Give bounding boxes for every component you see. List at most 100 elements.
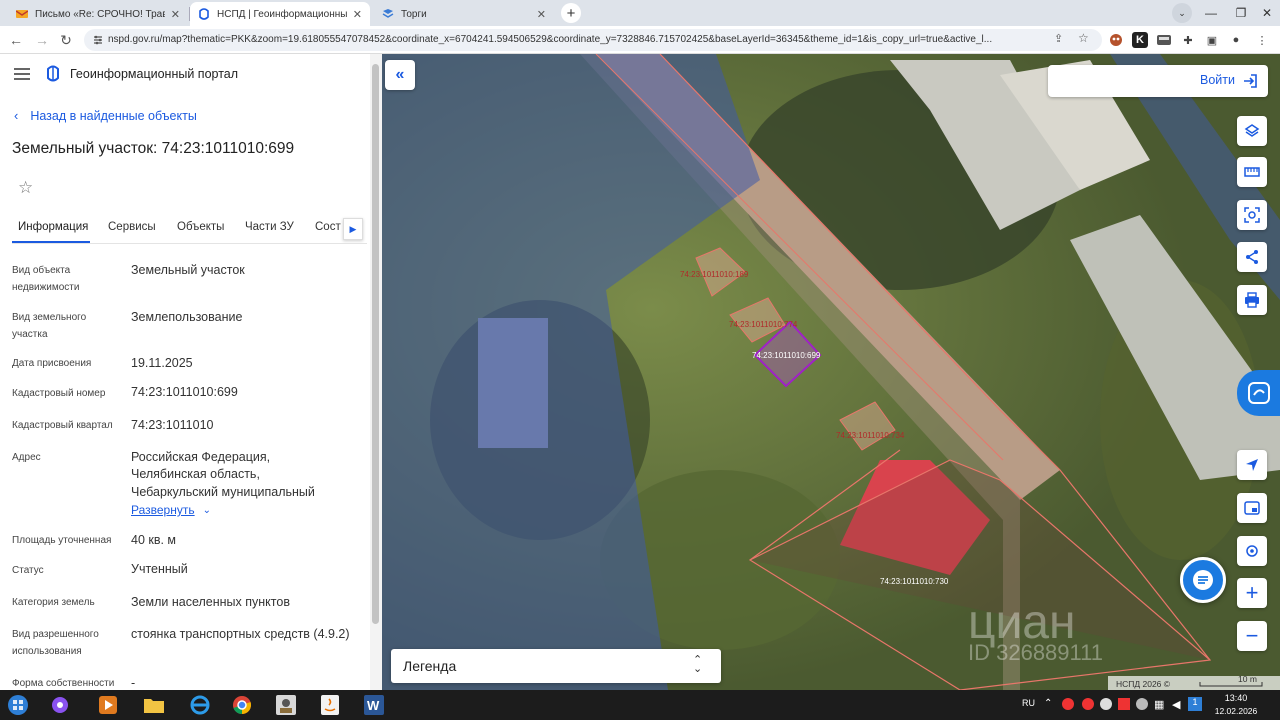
zoom-in-button[interactable]: +: [1237, 578, 1267, 608]
map-view[interactable]: 74:23:1011010:189 74:23:1011010:774 74:2…: [382, 54, 1280, 690]
alice-icon[interactable]: [46, 692, 74, 718]
browser-toolbar: ← → ↻ nspd.gov.ru/map?thematic=PKK&zoom=…: [0, 26, 1280, 54]
clock-time[interactable]: 13:40: [1214, 693, 1258, 703]
browser-menu-icon[interactable]: ⋮: [1254, 32, 1270, 48]
notification-tray-icon[interactable]: 1: [1188, 697, 1202, 711]
chrome-icon[interactable]: [228, 692, 256, 718]
extension-icon[interactable]: [1156, 32, 1172, 48]
new-tab-button[interactable]: +: [561, 3, 581, 23]
back-to-results-link[interactable]: ‹ Назад в найденные объекты: [14, 108, 197, 123]
parcel-label: 74:23:1011010:734: [836, 431, 905, 440]
browser-tab-mail[interactable]: Письмо «Re: СРОЧНО! Травоя ✕: [8, 2, 188, 26]
back-arrow-icon[interactable]: ←: [6, 30, 26, 50]
scrollbar-thumb[interactable]: [372, 64, 379, 624]
chevron-down-icon: ⌄: [202, 504, 211, 516]
share-icon[interactable]: ⇪: [1054, 32, 1063, 45]
land-category-label: Категория земель: [12, 597, 95, 608]
close-tab-icon[interactable]: ✕: [353, 8, 362, 21]
address-bar[interactable]: nspd.gov.ru/map?thematic=PKK&zoom=19.618…: [84, 29, 1102, 51]
login-button[interactable]: Войти: [1048, 65, 1268, 97]
tab-title: НСПД | Геоинформационный п: [217, 8, 347, 20]
file-explorer-icon[interactable]: [140, 692, 168, 718]
site-info-icon[interactable]: [92, 34, 104, 46]
kaspersky-extension-icon[interactable]: K: [1132, 32, 1148, 48]
favorite-star-icon[interactable]: ☆: [18, 178, 33, 198]
expand-address-button[interactable]: Развернуть ⌄: [131, 503, 211, 517]
date-label: Дата присвоения: [12, 358, 92, 369]
side-panel-icon[interactable]: ▣: [1204, 32, 1220, 48]
browser-tab-nspd[interactable]: НСПД | Геоинформационный п ✕: [190, 2, 370, 26]
tray-arrow-icon[interactable]: ⌃: [1044, 698, 1052, 709]
object-type-value: Земельный участок: [131, 263, 245, 277]
scale-label: 10 m: [1238, 674, 1257, 684]
geolocation-icon[interactable]: [1237, 450, 1267, 480]
layers-icon[interactable]: [1237, 116, 1267, 146]
hamburger-menu-icon[interactable]: [14, 67, 30, 86]
cadastral-number-value: 74:23:1011010:699: [131, 385, 238, 399]
close-tab-icon[interactable]: ✕: [171, 8, 180, 21]
parcel-label: 74:23:1011010:774: [729, 320, 798, 329]
address-line-2: Челябинская область,: [131, 467, 260, 481]
cadastral-quarter-label: Кадастровый квартал: [12, 420, 113, 431]
status-label: Статус: [12, 565, 44, 576]
tab-search-icon[interactable]: ⌄: [1172, 3, 1192, 23]
zoom-out-button[interactable]: −: [1237, 621, 1267, 651]
tab-composition[interactable]: Соста: [315, 221, 341, 233]
panel-scrollbar[interactable]: [370, 54, 382, 690]
app-icon[interactable]: [272, 692, 300, 718]
tabs-scroll-right-icon[interactable]: ▶: [343, 218, 363, 240]
close-tab-icon[interactable]: ✕: [537, 8, 546, 21]
reload-icon[interactable]: ↻: [56, 30, 76, 50]
tab-objects[interactable]: Объекты: [177, 221, 224, 233]
chevron-left-icon: ‹: [14, 108, 19, 123]
java-icon[interactable]: [316, 692, 344, 718]
tray-icon[interactable]: [1118, 698, 1130, 710]
extensions-puzzle-icon[interactable]: ✚: [1180, 32, 1196, 48]
ruler-icon[interactable]: [1237, 157, 1267, 187]
assistant-icon[interactable]: [1237, 370, 1280, 416]
address-line-3: Чебаркульский муниципальный: [131, 485, 315, 499]
collapse-panel-button[interactable]: «: [385, 60, 415, 90]
browser-tab-torgi[interactable]: Торги ✕: [374, 2, 554, 26]
language-indicator[interactable]: RU: [1022, 698, 1035, 708]
tab-services[interactable]: Сервисы: [108, 221, 156, 233]
satellite-map[interactable]: 74:23:1011010:189 74:23:1011010:774 74:2…: [382, 54, 1280, 690]
mail-icon: [16, 10, 28, 18]
tab-title: Торги: [401, 8, 427, 20]
cadastral-number-label: Кадастровый номер: [12, 388, 106, 399]
forward-arrow-icon[interactable]: →: [32, 30, 52, 50]
extension-icon[interactable]: [1108, 32, 1124, 48]
close-window-icon[interactable]: ✕: [1252, 0, 1280, 26]
land-type-label: Вид земельного участка: [12, 312, 87, 340]
chat-button[interactable]: [1180, 557, 1226, 603]
start-icon[interactable]: [4, 692, 32, 718]
windows-taskbar: W RU ⌃ ▦ ◀ 1 13:40 12.02.2026: [0, 690, 1280, 720]
tray-icon[interactable]: [1100, 698, 1112, 710]
basemap-icon[interactable]: [1237, 493, 1267, 523]
ownership-label: Форма собственности: [12, 678, 115, 689]
area-label: Площадь уточненная: [12, 535, 112, 546]
network-icon[interactable]: ▦: [1154, 698, 1164, 711]
yandex-tray-icon[interactable]: [1082, 698, 1094, 710]
portal-title: Геоинформационный портал: [70, 67, 239, 81]
clock-date[interactable]: 12.02.2026: [1208, 706, 1264, 716]
media-player-icon[interactable]: [94, 692, 122, 718]
tab-parts[interactable]: Части ЗУ: [245, 221, 294, 233]
profile-icon[interactable]: ●: [1228, 32, 1244, 48]
word-icon[interactable]: W: [360, 692, 388, 718]
print-icon[interactable]: [1237, 285, 1267, 315]
location-search-icon[interactable]: [1237, 536, 1267, 566]
ownership-value: -: [131, 676, 136, 690]
area-select-icon[interactable]: [1237, 200, 1267, 230]
tab-information[interactable]: Информация: [18, 221, 88, 233]
share-icon[interactable]: [1237, 242, 1267, 272]
minimize-icon[interactable]: —: [1196, 0, 1226, 26]
land-type-value: Землепользование: [131, 310, 243, 324]
svg-text:W: W: [367, 698, 380, 713]
internet-explorer-icon[interactable]: [186, 692, 214, 718]
antivirus-tray-icon[interactable]: [1062, 698, 1074, 710]
volume-icon[interactable]: ◀: [1172, 698, 1180, 711]
legend-dropdown[interactable]: Легенда ⌃ ⌄: [391, 649, 721, 683]
bookmark-star-icon[interactable]: ☆: [1078, 31, 1089, 45]
tray-icon[interactable]: [1136, 698, 1148, 710]
